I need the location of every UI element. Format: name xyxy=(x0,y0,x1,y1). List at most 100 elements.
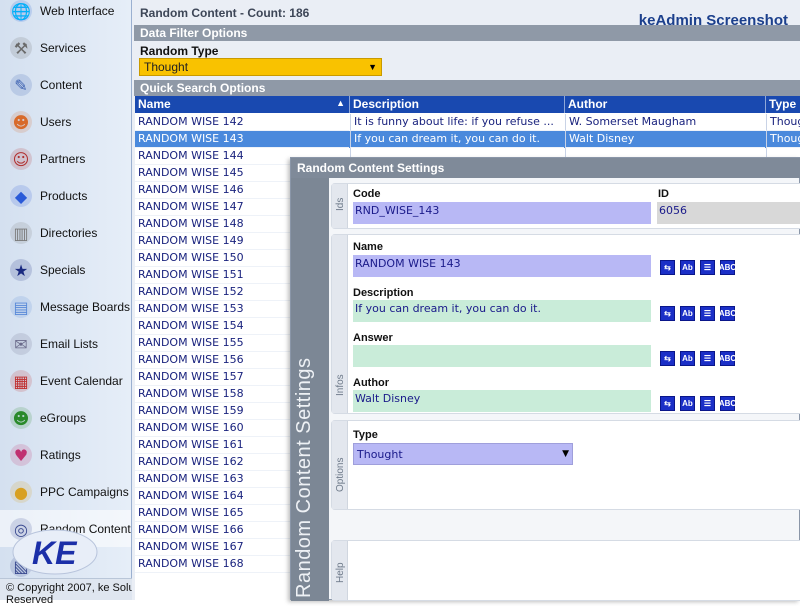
data-filter-section-header[interactable]: Data Filter Options xyxy=(134,25,800,41)
sidebar-item-services[interactable]: ⚒ Services xyxy=(0,29,131,66)
ratings-icon: ♥ xyxy=(6,440,36,470)
svg-text:★: ★ xyxy=(14,261,28,280)
swap-icon[interactable]: ⇆ xyxy=(660,351,675,366)
infos-group-tab[interactable]: Infos xyxy=(332,235,348,413)
options-group-label: Options xyxy=(335,457,346,492)
help-group-tab[interactable]: Help xyxy=(332,541,348,600)
svg-text:▥: ▥ xyxy=(13,224,28,243)
ke-logo: KE xyxy=(10,522,100,580)
svg-text:✉: ✉ xyxy=(14,335,27,354)
code-field[interactable]: RND_WISE_143 xyxy=(353,202,651,224)
svg-text:▦: ▦ xyxy=(13,372,28,391)
author-label: Author xyxy=(353,377,390,389)
svg-text:◆: ◆ xyxy=(15,187,28,206)
swap-icon[interactable]: ⇆ xyxy=(660,396,675,411)
sidebar-item-label: Specials xyxy=(40,262,86,277)
answer-label: Answer xyxy=(353,332,393,344)
table-row[interactable]: RANDOM WISE 142 It is funny about life: i… xyxy=(135,114,800,131)
infos-group: Infos Name RANDOM WISE 143 ⇆ Ab ☰ ABC De… xyxy=(331,234,800,414)
sidebar-item-label: Ratings xyxy=(40,447,81,462)
email-lists-icon: ✉ xyxy=(6,329,36,359)
sidebar-item-label: Partners xyxy=(40,151,86,166)
ids-group: Ids Code RND_WISE_143 ID 6056 xyxy=(331,183,800,229)
column-header-description[interactable]: Description xyxy=(350,96,565,113)
column-header-type[interactable]: Type xyxy=(766,96,800,113)
cell-description: If you can dream it, you can do it. xyxy=(350,131,564,148)
spellcheck-icon[interactable]: ABC xyxy=(719,396,736,411)
column-header-author[interactable]: Author xyxy=(565,96,766,113)
specials-icon: ★ xyxy=(6,255,36,285)
author-tools: ⇆ Ab ☰ ABC xyxy=(660,396,736,411)
svg-text:🌐: 🌐 xyxy=(11,2,31,21)
sidebar-item-products[interactable]: ◆ Products xyxy=(0,177,131,214)
swap-icon[interactable]: ⇆ xyxy=(660,260,675,275)
list-icon[interactable]: ☰ xyxy=(700,351,715,366)
dialog-title[interactable]: Random Content Settings xyxy=(291,158,800,178)
type-value: Thought xyxy=(357,447,403,461)
sidebar-item-event-calendar[interactable]: ▦ Event Calendar xyxy=(0,362,131,399)
spellcheck-icon[interactable]: ABC xyxy=(719,260,736,275)
message-boards-icon: ▤ xyxy=(6,292,36,322)
sidebar-item-ppc-campaigns[interactable]: ● PPC Campaigns xyxy=(0,473,131,510)
random-type-select[interactable]: Thought ▼ xyxy=(139,58,382,76)
sidebar-item-web-interface[interactable]: 🌐 Web Interface xyxy=(0,0,131,29)
name-field[interactable]: RANDOM WISE 143 xyxy=(353,255,651,277)
sidebar-item-label: Web Interface xyxy=(40,3,115,18)
list-icon[interactable]: ☰ xyxy=(700,306,715,321)
capitalize-icon[interactable]: Ab xyxy=(680,351,695,366)
sidebar-item-label: eGroups xyxy=(40,410,87,425)
column-header-label: Name xyxy=(138,97,171,111)
sidebar-item-directories[interactable]: ▥ Directories xyxy=(0,214,131,251)
capitalize-icon[interactable]: Ab xyxy=(680,260,695,275)
sidebar-item-label: Users xyxy=(40,114,72,129)
quick-search-section-header[interactable]: Quick Search Options xyxy=(134,80,800,96)
random-content-settings-dialog: Random Content Settings Random Content S… xyxy=(290,157,800,601)
partners-icon: ☺ xyxy=(6,144,36,174)
author-field[interactable]: Walt Disney xyxy=(353,390,651,412)
directories-icon: ▥ xyxy=(6,218,36,248)
sidebar-item-users[interactable]: ☻ Users xyxy=(0,103,131,140)
capitalize-icon[interactable]: Ab xyxy=(680,306,695,321)
code-label: Code xyxy=(353,188,381,200)
sidebar-item-email-lists[interactable]: ✉ Email Lists xyxy=(0,325,131,362)
sidebar-item-message-boards[interactable]: ▤ Message Boards xyxy=(0,288,131,325)
users-icon: ☻ xyxy=(6,107,36,137)
ids-group-tab[interactable]: Ids xyxy=(332,184,348,228)
sidebar-item-egroups[interactable]: ☻ eGroups xyxy=(0,399,131,436)
ids-group-label: Ids xyxy=(335,197,346,211)
type-select[interactable]: Thought ▼ xyxy=(353,443,573,465)
event-calendar-icon: ▦ xyxy=(6,366,36,396)
sidebar-item-label: Content xyxy=(40,77,83,92)
sidebar-item-label: Services xyxy=(40,40,87,55)
sidebar-item-specials[interactable]: ★ Specials xyxy=(0,251,131,288)
options-group-tab[interactable]: Options xyxy=(332,421,348,509)
sidebar-item-ratings[interactable]: ♥ Ratings xyxy=(0,436,131,473)
spellcheck-icon[interactable]: ABC xyxy=(719,306,736,321)
cell-name: RANDOM WISE 143 xyxy=(135,131,349,148)
sidebar-item-label: Products xyxy=(40,188,88,203)
sidebar-item-partners[interactable]: ☺ Partners xyxy=(0,140,131,177)
cell-author: W. Somerset Maugham xyxy=(565,114,765,131)
answer-field[interactable] xyxy=(353,345,651,367)
svg-text:☻: ☻ xyxy=(13,409,30,428)
swap-icon[interactable]: ⇆ xyxy=(660,306,675,321)
spellcheck-icon[interactable]: ABC xyxy=(719,351,736,366)
random-type-value: Thought xyxy=(144,60,189,74)
list-icon[interactable]: ☰ xyxy=(700,396,715,411)
help-group: Help xyxy=(331,540,800,601)
column-header-name[interactable]: Name ▲ xyxy=(135,96,350,113)
sidebar: 🌐 Web Interface ⚒ Services ✎ Content ☻ Users ☺ Pa… xyxy=(0,0,132,600)
type-label: Type xyxy=(353,429,378,441)
web-interface-icon: 🌐 xyxy=(6,0,36,26)
description-field[interactable]: If you can dream it, you can do it. xyxy=(353,300,651,322)
sidebar-item-label: PPC Campaigns xyxy=(40,484,129,499)
help-group-label: Help xyxy=(335,562,346,583)
list-icon[interactable]: ☰ xyxy=(700,260,715,275)
egroups-icon: ☻ xyxy=(6,403,36,433)
sidebar-item-content[interactable]: ✎ Content xyxy=(0,66,131,103)
infos-group-label: Infos xyxy=(335,374,346,396)
ppc-campaigns-icon: ● xyxy=(6,477,36,507)
table-row[interactable]: RANDOM WISE 143 If you can dream it, you … xyxy=(135,131,800,148)
svg-text:☻: ☻ xyxy=(13,113,30,132)
capitalize-icon[interactable]: Ab xyxy=(680,396,695,411)
